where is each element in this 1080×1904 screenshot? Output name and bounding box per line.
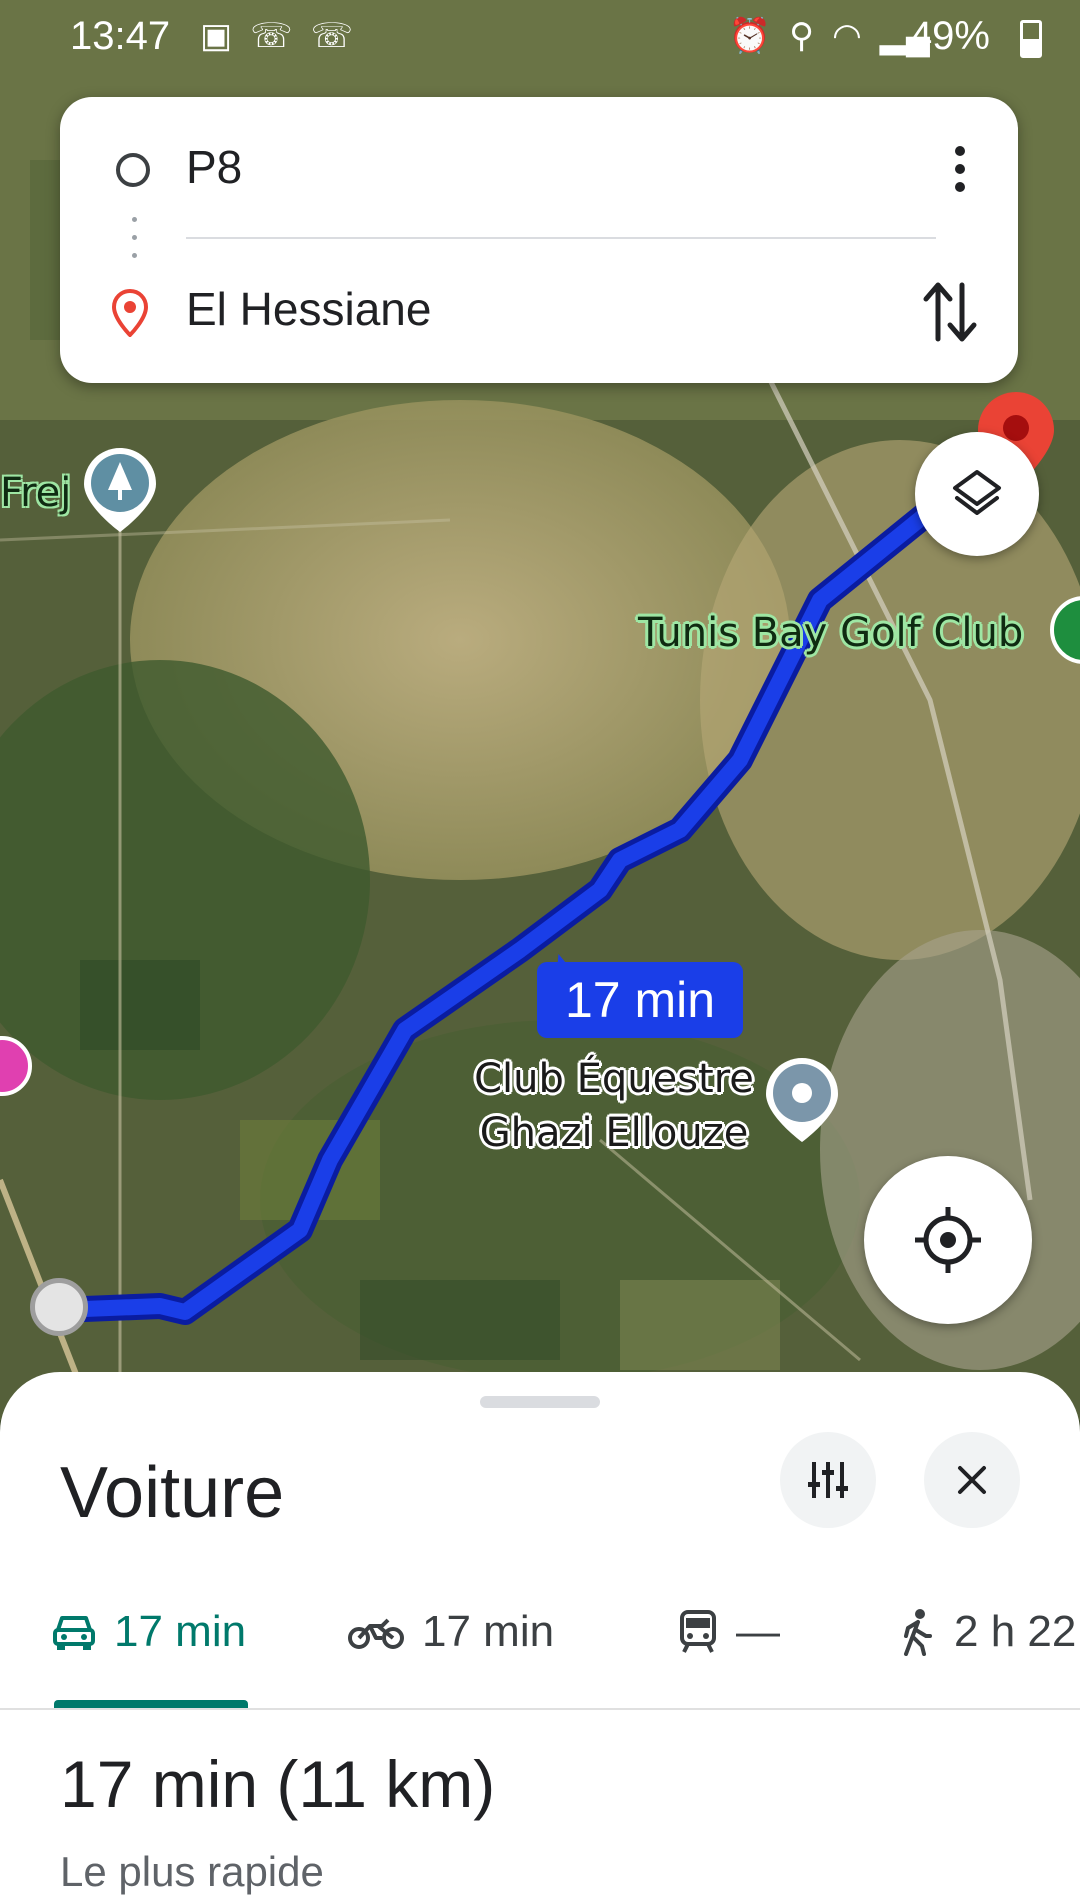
tab-car-label: 17 min — [114, 1607, 247, 1656]
close-icon — [958, 1466, 986, 1494]
destination-pin-small-icon — [111, 288, 149, 342]
walk-icon — [900, 1608, 936, 1656]
tab-transit[interactable]: — — [678, 1582, 780, 1682]
origin-circle-icon — [116, 153, 150, 187]
tab-motorcycle[interactable]: 17 min — [348, 1582, 554, 1682]
train-icon — [678, 1610, 718, 1654]
travel-mode-title: Voiture — [60, 1453, 285, 1533]
route-start-marker — [30, 1278, 88, 1336]
route-options-button[interactable] — [780, 1432, 876, 1528]
tab-transit-label: — — [736, 1607, 780, 1656]
notification-icons: ▣ ☏ ☏ — [200, 16, 353, 56]
call-icon: ☏ — [310, 17, 354, 55]
sheet-drag-handle[interactable] — [480, 1396, 600, 1408]
tabs-divider — [0, 1708, 1080, 1710]
crosshair-icon — [915, 1207, 981, 1273]
route-summary[interactable]: 17 min (11 km) — [60, 1746, 495, 1822]
close-button[interactable] — [924, 1432, 1020, 1528]
system-icons: ⏰ ⚲ ◠ ▂▄ — [729, 16, 930, 56]
alarm-icon: ⏰ — [728, 17, 772, 55]
more-options-icon[interactable] — [940, 139, 980, 199]
tune-icon — [808, 1462, 848, 1498]
car-icon — [52, 1612, 96, 1652]
route-subtitle: Le plus rapide — [60, 1848, 324, 1895]
image-icon: ▣ — [200, 17, 233, 55]
origin-field[interactable]: P8 — [186, 140, 242, 194]
wifi-icon: ◠ — [832, 17, 862, 55]
status-bar: 13:47 ▣ ☏ ☏ ⏰ ⚲ ◠ ▂▄ 49% — [0, 0, 1080, 80]
tab-car[interactable]: 17 min — [52, 1582, 246, 1682]
battery-icon — [1020, 20, 1042, 58]
frej-label[interactable]: Frej — [0, 470, 71, 516]
tab-walk-label: 2 h 22 — [954, 1607, 1077, 1656]
battery-percent: 49% — [909, 14, 990, 58]
tab-walk[interactable]: 2 h 22 — [900, 1582, 1076, 1682]
directions-sheet: Voiture 17 min 17 min — 2 h 22 — [0, 1372, 1080, 1904]
selected-tab-indicator — [54, 1700, 248, 1708]
equestrian-club-label[interactable]: Club Équestre Ghazi Ellouze — [464, 1052, 764, 1160]
call-forward-icon: ☏ — [250, 17, 293, 55]
my-location-button[interactable] — [864, 1156, 1032, 1324]
fields-divider — [186, 237, 936, 239]
motorcycle-icon — [348, 1614, 404, 1650]
location-icon: ⚲ — [789, 17, 815, 55]
route-duration-badge[interactable]: 17 min — [537, 962, 743, 1038]
tab-motorcycle-label: 17 min — [422, 1607, 555, 1656]
travel-mode-tabs: 17 min 17 min — 2 h 22 — [0, 1582, 1080, 1682]
layers-icon — [953, 470, 1001, 515]
destination-field[interactable]: El Hessiane — [186, 282, 431, 336]
golf-club-label[interactable]: Tunis Bay Golf Club — [638, 610, 1023, 656]
directions-card: P8 El Hessiane — [60, 97, 1018, 383]
swap-icon[interactable] — [920, 277, 980, 347]
status-time: 13:47 — [70, 14, 171, 58]
layers-button[interactable] — [915, 432, 1039, 556]
